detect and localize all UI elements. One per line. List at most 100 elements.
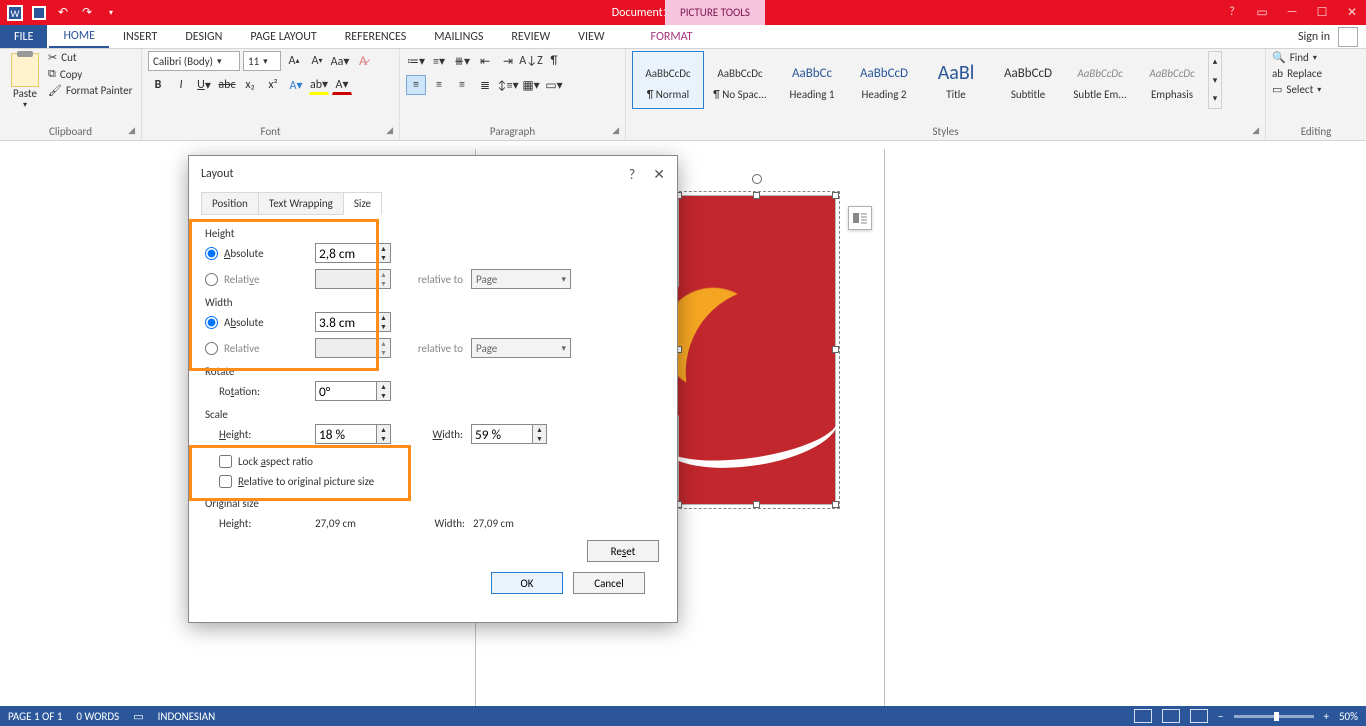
proofing-icon[interactable]: ▭: [133, 710, 143, 723]
tab-file[interactable]: FILE: [0, 25, 47, 48]
font-color-button[interactable]: A▾: [332, 75, 352, 95]
relative-original-checkbox[interactable]: [219, 475, 232, 488]
underline-button[interactable]: U▾: [194, 75, 214, 95]
style-card[interactable]: AaBbCcDHeading 2: [848, 51, 920, 109]
tab-insert[interactable]: INSERT: [109, 25, 171, 48]
bold-button[interactable]: B: [148, 75, 168, 95]
tab-references[interactable]: REFERENCES: [331, 25, 421, 48]
replace-button[interactable]: abReplace: [1272, 67, 1322, 80]
shrink-font-icon[interactable]: A▾: [307, 51, 327, 71]
help-icon[interactable]: ?: [1222, 5, 1242, 20]
style-card[interactable]: AaBbCcDcEmphasis: [1136, 51, 1208, 109]
ribbon-display-icon[interactable]: ▭: [1252, 5, 1272, 20]
zoom-out-button[interactable]: −: [1218, 710, 1223, 723]
spinner[interactable]: ▲▼: [377, 312, 391, 332]
selected-picture[interactable]: [678, 195, 836, 505]
style-card[interactable]: AaBbCcDSubtitle: [992, 51, 1064, 109]
page-number-status[interactable]: PAGE 1 OF 1: [8, 710, 62, 723]
word-count-status[interactable]: 0 WORDS: [76, 710, 119, 723]
height-relative-radio[interactable]: Relative: [205, 273, 315, 286]
lock-aspect-checkbox[interactable]: [219, 455, 232, 468]
cut-button[interactable]: ✂Cut: [48, 51, 132, 64]
spinner[interactable]: ▲▼: [377, 381, 391, 401]
width-absolute-input[interactable]: [315, 312, 377, 332]
spinner[interactable]: ▲▼: [377, 269, 391, 289]
account-picture[interactable]: [1338, 27, 1358, 47]
font-size-combo[interactable]: 11▾: [243, 51, 281, 71]
align-left-button[interactable]: ≡: [406, 75, 426, 95]
styles-more-button[interactable]: ▴▾▾: [1208, 51, 1222, 109]
increase-indent-button[interactable]: ⇥: [498, 51, 518, 71]
change-case-icon[interactable]: Aa▾: [330, 51, 350, 71]
undo-icon[interactable]: ↶: [54, 4, 72, 22]
spinner[interactable]: ▲▼: [377, 424, 391, 444]
paste-button[interactable]: Paste ▾: [6, 51, 44, 110]
style-card[interactable]: AaBbCcHeading 1: [776, 51, 848, 109]
styles-gallery[interactable]: AaBbCcDc¶ NormalAaBbCcDc¶ No Spac...AaBb…: [632, 51, 1222, 109]
clipboard-dialog-launcher-icon[interactable]: ◢: [128, 123, 135, 139]
zoom-level[interactable]: 50%: [1339, 710, 1358, 723]
qat-dropdown-icon[interactable]: ▾: [102, 4, 120, 22]
sort-button[interactable]: A↓Z: [521, 51, 541, 71]
justify-button[interactable]: ≣: [475, 75, 495, 95]
zoom-in-button[interactable]: +: [1324, 710, 1329, 723]
show-marks-button[interactable]: ¶: [544, 51, 564, 71]
resize-handle[interactable]: [753, 192, 760, 199]
subscript-button[interactable]: x₂: [240, 75, 260, 95]
resize-handle[interactable]: [832, 192, 839, 199]
width-absolute-radio[interactable]: Absolute: [205, 316, 315, 329]
close-icon[interactable]: ✕: [1342, 5, 1362, 20]
scale-height-input[interactable]: [315, 424, 377, 444]
layout-options-button[interactable]: [848, 206, 872, 230]
style-card[interactable]: AaBbCcDc¶ Normal: [632, 51, 704, 109]
dialog-tab-size[interactable]: Size: [343, 192, 382, 215]
style-card[interactable]: AaBbCcDc¶ No Spac...: [704, 51, 776, 109]
scale-width-input[interactable]: [471, 424, 533, 444]
web-layout-icon[interactable]: [1190, 709, 1208, 723]
print-layout-icon[interactable]: [1162, 709, 1180, 723]
spinner[interactable]: ▲▼: [377, 338, 391, 358]
strikethrough-button[interactable]: abc: [217, 75, 237, 95]
align-center-button[interactable]: ≡: [429, 75, 449, 95]
tab-view[interactable]: VIEW: [564, 25, 618, 48]
highlight-button[interactable]: ab▾: [309, 75, 329, 95]
line-spacing-button[interactable]: ↕≡▾: [498, 75, 518, 95]
rotate-handle[interactable]: [752, 174, 762, 184]
clear-formatting-icon[interactable]: A̷: [353, 51, 373, 71]
tab-page-layout[interactable]: PAGE LAYOUT: [236, 25, 330, 48]
copy-button[interactable]: ⧉Copy: [48, 67, 132, 81]
ok-button[interactable]: OK: [491, 572, 563, 594]
read-mode-icon[interactable]: [1134, 709, 1152, 723]
font-dialog-launcher-icon[interactable]: ◢: [386, 123, 393, 139]
borders-button[interactable]: ▭▾: [544, 75, 564, 95]
zoom-slider[interactable]: [1234, 715, 1314, 718]
shading-button[interactable]: ▦▾: [521, 75, 541, 95]
paragraph-dialog-launcher-icon[interactable]: ◢: [612, 123, 619, 139]
redo-icon[interactable]: ↷: [78, 4, 96, 22]
cancel-button[interactable]: Cancel: [573, 572, 645, 594]
language-status[interactable]: INDONESIAN: [158, 710, 216, 723]
spinner[interactable]: ▲▼: [533, 424, 547, 444]
format-painter-button[interactable]: 🖌Format Painter: [48, 84, 132, 97]
tab-review[interactable]: REVIEW: [497, 25, 564, 48]
width-relative-radio[interactable]: Relative: [205, 342, 315, 355]
superscript-button[interactable]: x²: [263, 75, 283, 95]
height-absolute-input[interactable]: [315, 243, 377, 263]
decrease-indent-button[interactable]: ⇤: [475, 51, 495, 71]
text-effects-button[interactable]: A▾: [286, 75, 306, 95]
dialog-tab-text-wrapping[interactable]: Text Wrapping: [258, 192, 344, 215]
dialog-help-icon[interactable]: ?: [629, 166, 636, 183]
numbering-button[interactable]: ≡▾: [429, 51, 449, 71]
dialog-close-icon[interactable]: ✕: [653, 166, 665, 183]
tab-home[interactable]: HOME: [49, 25, 109, 48]
styles-dialog-launcher-icon[interactable]: ◢: [1252, 123, 1259, 139]
select-button[interactable]: ▭Select▾: [1272, 83, 1322, 96]
reset-button[interactable]: Reset: [587, 540, 659, 562]
tab-design[interactable]: DESIGN: [171, 25, 236, 48]
resize-handle[interactable]: [832, 346, 839, 353]
font-name-combo[interactable]: Calibri (Body)▾: [148, 51, 240, 71]
style-card[interactable]: AaBbCcDcSubtle Em...: [1064, 51, 1136, 109]
dialog-tab-position[interactable]: Position: [201, 192, 259, 215]
tab-format[interactable]: FORMAT: [637, 25, 707, 48]
find-button[interactable]: 🔍Find▾: [1272, 51, 1322, 64]
